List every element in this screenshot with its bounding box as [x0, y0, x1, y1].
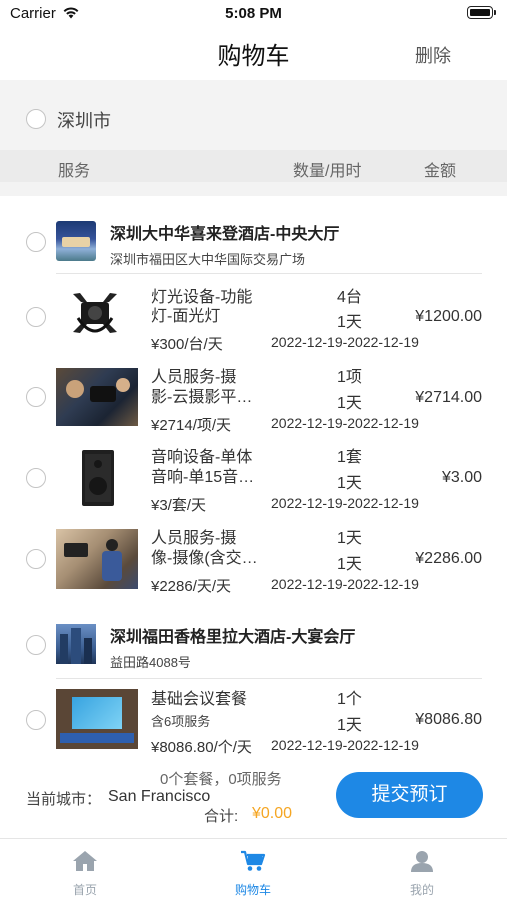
tab-label: 首页 [72, 883, 97, 897]
item-unit-price: ¥8086.80/个/天 [151, 739, 252, 756]
submit-order-button[interactable]: 提交预订 [336, 772, 483, 818]
city-select-radio[interactable] [26, 109, 46, 129]
total-amount: ¥0.00 [252, 805, 293, 822]
item-quantity: 1套 [337, 449, 362, 466]
venue-select-radio[interactable] [26, 635, 46, 655]
item-unit-price: ¥2286/天/天 [151, 578, 232, 595]
item-amount: ¥2714.00 [415, 389, 482, 406]
column-header: 服务 数量/用时 金额 [0, 150, 507, 182]
home-icon [73, 851, 97, 871]
tab-profile[interactable]: 我的 [362, 850, 482, 898]
item-amount: ¥2286.00 [415, 550, 482, 567]
total-label: 合计: [204, 808, 239, 825]
item-dates: 2022-12-19-2022-12-19 [271, 415, 419, 431]
tab-label: 我的 [409, 883, 434, 897]
item-dates: 2022-12-19-2022-12-19 [271, 334, 419, 350]
status-time: 5:08 PM [225, 5, 282, 22]
item-quantity: 1天 [337, 530, 362, 547]
battery-icon [467, 6, 496, 19]
item-amount: ¥8086.80 [415, 711, 482, 728]
divider [56, 678, 482, 679]
item-unit-price: ¥300/台/天 [151, 336, 223, 353]
stage-light-image[interactable] [68, 288, 124, 344]
item-unit-price: ¥2714/项/天 [151, 417, 232, 434]
status-bar: Carrier 5:08 PM [0, 0, 507, 28]
item-days: 1天 [337, 556, 362, 573]
selection-count: 0个套餐，0项服务 [160, 771, 282, 788]
item-dates: 2022-12-19-2022-12-19 [271, 495, 419, 511]
item-days: 1天 [337, 475, 362, 492]
item-title-line2[interactable]: 影-云摄影平… [151, 383, 252, 407]
videographer-image[interactable] [56, 529, 138, 589]
current-city-value: San Francisco [108, 788, 211, 805]
item-quantity: 1个 [337, 691, 362, 708]
item-quantity: 1项 [337, 369, 362, 386]
venue-address: 深圳市福田区大中华国际交易广场 [110, 252, 306, 267]
item-dates: 2022-12-19-2022-12-19 [271, 737, 419, 753]
profile-icon [411, 851, 433, 872]
meeting-room-image[interactable] [56, 689, 138, 749]
item-amount: ¥1200.00 [415, 308, 482, 325]
item-title-line2[interactable]: 灯-面光灯 [151, 302, 220, 326]
venue-thumbnail[interactable] [56, 624, 96, 664]
venue-address: 益田路4088号 [110, 655, 191, 670]
item-dates: 2022-12-19-2022-12-19 [271, 576, 419, 592]
tab-label: 购物车 [234, 883, 271, 897]
current-city-label: 当前城市： [26, 791, 102, 808]
item-title-line2[interactable]: 像-摄像(含交… [151, 544, 258, 568]
column-amount: 金额 [424, 163, 457, 180]
venue-name[interactable]: 深圳福田香格里拉大酒店-大宴会厅 [110, 623, 355, 647]
section-gap [0, 182, 507, 196]
venue-select-radio[interactable] [26, 232, 46, 252]
venue-thumbnail[interactable] [56, 221, 96, 261]
speaker-image[interactable] [78, 448, 118, 508]
item-days: 1天 [337, 314, 362, 331]
city-bar: 深圳市 [0, 80, 507, 152]
cart-icon [241, 850, 266, 871]
tab-cart[interactable]: 购物车 [193, 850, 313, 898]
item-unit-price: ¥3/套/天 [151, 497, 207, 514]
package-subtitle: 含6项服务 [151, 714, 211, 729]
item-days: 1天 [337, 395, 362, 412]
venue-name[interactable]: 深圳大中华喜来登酒店-中央大厅 [110, 220, 339, 244]
item-select-radio[interactable] [26, 549, 46, 569]
item-select-radio[interactable] [26, 307, 46, 327]
city-name: 深圳市 [57, 111, 111, 131]
tab-home[interactable]: 首页 [25, 850, 145, 898]
item-select-radio[interactable] [26, 387, 46, 407]
item-select-radio[interactable] [26, 468, 46, 488]
column-qty-time: 数量/用时 [293, 163, 362, 180]
tab-bar-divider [0, 838, 507, 839]
divider [56, 273, 482, 274]
item-amount: ¥3.00 [441, 469, 482, 486]
item-title-line2[interactable]: 音响-单15音… [151, 463, 254, 487]
item-days: 1天 [337, 717, 362, 734]
column-service: 服务 [58, 163, 91, 180]
item-quantity: 4台 [337, 289, 362, 306]
delete-button[interactable]: 删除 [415, 42, 451, 68]
photographer-image[interactable] [56, 368, 138, 426]
item-select-radio[interactable] [26, 710, 46, 730]
item-title[interactable]: 基础会议套餐 [151, 685, 247, 709]
